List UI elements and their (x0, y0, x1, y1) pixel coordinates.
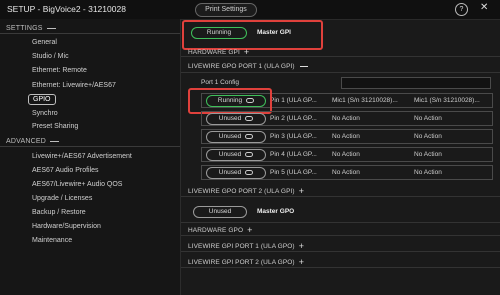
port1-config-label: Port 1 Config (201, 79, 239, 86)
pin2-status-toggle[interactable]: Unused (206, 113, 266, 125)
sidebar-item-ethernet-remote[interactable]: Ethernet: Remote (32, 67, 87, 74)
divider (0, 33, 180, 34)
advanced-section-header[interactable]: ADVANCED (6, 138, 59, 145)
print-settings-button[interactable]: Print Settings (195, 3, 257, 17)
pin-source-1[interactable]: No Action (332, 115, 360, 122)
divider (181, 251, 500, 252)
pin-label: Pin 1 (ULA GP... (270, 97, 317, 104)
pin5-status-toggle[interactable]: Unused (206, 167, 266, 179)
pin-source-1[interactable]: No Action (332, 169, 360, 176)
help-icon[interactable]: ? (455, 3, 468, 16)
pin-source-1[interactable]: No Action (332, 133, 360, 140)
sidebar-item-advertisement[interactable]: Livewire+/AES67 Advertisement (32, 153, 132, 160)
pin-label: Pin 2 (ULA GP... (270, 115, 317, 122)
toggle-icon (245, 151, 254, 157)
sidebar-item-ethernet-livewire[interactable]: Ethernet: Livewire+/AES67 (32, 82, 116, 89)
pin-label: Pin 5 (ULA GP... (270, 169, 317, 176)
expand-icon: + (298, 241, 305, 251)
sidebar-item-studio-mic[interactable]: Studio / Mic (32, 53, 69, 60)
settings-section-header[interactable]: SETTINGS (6, 25, 56, 32)
port1-config-input[interactable] (341, 77, 491, 89)
livewire-gpo-port1-header[interactable]: LIVEWIRE GPO PORT 1 (ULA GPI) (188, 63, 308, 70)
divider (181, 56, 500, 57)
gpio-panel: Running Master GPI HARDWARE GPI + LIVEWIR… (181, 19, 500, 295)
sidebar-item-gpio[interactable]: GPIO (28, 94, 56, 105)
expand-icon: + (247, 225, 253, 235)
master-gpo-status-toggle[interactable]: Unused (193, 206, 247, 218)
pin-source-1[interactable]: Mic1 (S/n 31210028)... (332, 97, 398, 104)
livewire-gpi-port2-header[interactable]: LIVEWIRE GPI PORT 2 (ULA GPO) + (188, 257, 304, 267)
table-row: Unused Pin 3 (ULA GP... No Action No Act… (201, 129, 493, 144)
divider (181, 72, 500, 73)
pin3-status-toggle[interactable]: Unused (206, 131, 266, 143)
title-bar: SETUP - BigVoice2 - 31210028 Print Setti… (0, 0, 500, 20)
pin-source-2[interactable]: No Action (414, 169, 442, 176)
sidebar-item-audio-qos[interactable]: AES67/Livewire+ Audio QOS (32, 181, 122, 188)
sidebar: SETTINGS General Studio / Mic Ethernet: … (0, 19, 181, 295)
livewire-gpo-port2-header[interactable]: LIVEWIRE GPO PORT 2 (ULA GPI) + (188, 186, 304, 196)
sidebar-item-preset-sharing[interactable]: Preset Sharing (32, 123, 78, 130)
sidebar-item-backup-restore[interactable]: Backup / Restore (32, 209, 86, 216)
expand-icon: + (298, 257, 305, 267)
pin-source-2[interactable]: No Action (414, 115, 442, 122)
hardware-gpo-header[interactable]: HARDWARE GPO + (188, 225, 253, 235)
pin-source-1[interactable]: No Action (332, 151, 360, 158)
sidebar-item-upgrade-licenses[interactable]: Upgrade / Licenses (32, 195, 92, 202)
sidebar-item-synchro[interactable]: Synchro (32, 110, 58, 117)
toggle-icon (245, 133, 254, 139)
expand-icon: + (298, 186, 305, 196)
pin-label: Pin 4 (ULA GP... (270, 151, 317, 158)
pin-label: Pin 3 (ULA GP... (270, 133, 317, 140)
sidebar-item-maintenance[interactable]: Maintenance (32, 237, 72, 244)
toggle-icon (245, 115, 254, 121)
divider (181, 222, 500, 223)
pin-source-2[interactable]: Mic1 (S/n 31210028)... (414, 97, 480, 104)
collapse-icon (46, 27, 56, 29)
divider (181, 235, 500, 236)
close-icon[interactable]: ✕ (480, 2, 488, 13)
sidebar-item-general[interactable]: General (32, 39, 57, 46)
collapse-icon (49, 140, 59, 142)
pin-source-2[interactable]: No Action (414, 151, 442, 158)
master-gpi-label: Master GPI (257, 29, 291, 36)
divider (181, 196, 500, 197)
master-gpi-status-toggle[interactable]: Running (191, 27, 247, 39)
livewire-gpi-port1-header[interactable]: LIVEWIRE GPI PORT 1 (ULA GPO) + (188, 241, 304, 251)
pin-source-2[interactable]: No Action (414, 133, 442, 140)
sidebar-item-audio-profiles[interactable]: AES67 Audio Profiles (32, 167, 99, 174)
master-gpo-label: Master GPO (257, 208, 295, 215)
table-row: Unused Pin 5 (ULA GP... No Action No Act… (201, 165, 493, 180)
pin4-status-toggle[interactable]: Unused (206, 149, 266, 161)
window-title: SETUP - BigVoice2 - 31210028 (7, 4, 126, 14)
table-row: Unused Pin 4 (ULA GP... No Action No Act… (201, 147, 493, 162)
divider (181, 267, 500, 268)
divider (0, 146, 180, 147)
toggle-icon (245, 169, 254, 175)
table-row: Unused Pin 2 (ULA GP... No Action No Act… (201, 111, 493, 126)
collapse-icon (299, 65, 308, 67)
sidebar-item-hardware-supervision[interactable]: Hardware/Supervision (32, 223, 101, 230)
